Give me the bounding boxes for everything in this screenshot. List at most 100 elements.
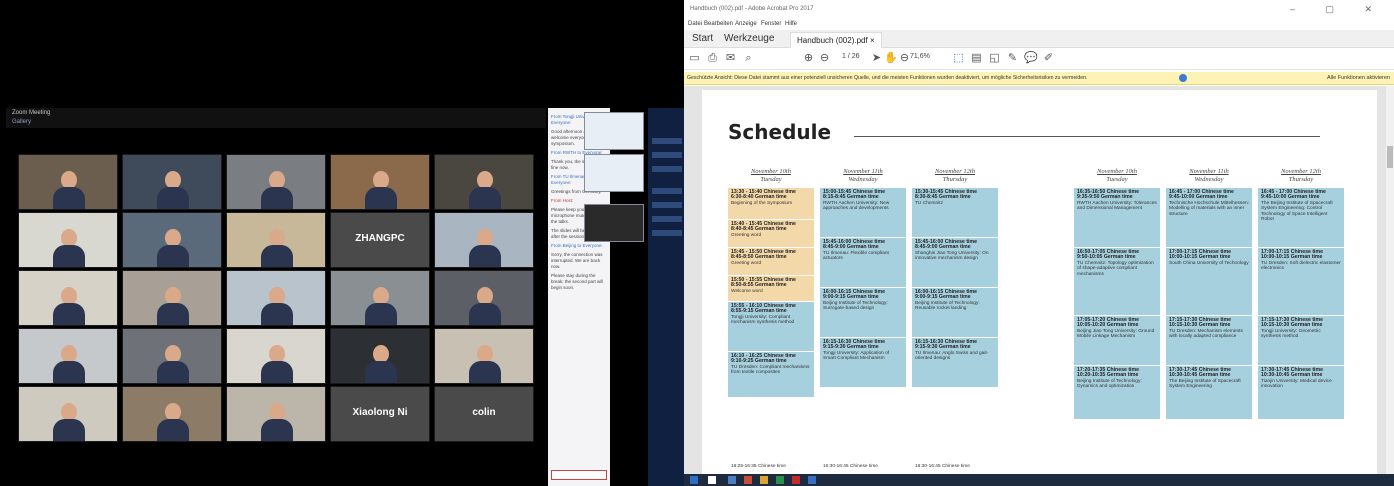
participant-body xyxy=(53,419,85,441)
participant-tile[interactable]: Xiaolong Ni xyxy=(330,386,430,442)
participant-video xyxy=(53,171,85,209)
acrobat-icon[interactable] xyxy=(792,476,800,484)
participant-tile[interactable] xyxy=(226,386,326,442)
app-icon[interactable] xyxy=(776,476,784,484)
pen-icon[interactable]: ✐ xyxy=(1042,52,1055,65)
participant-tile[interactable] xyxy=(122,270,222,326)
slot-title: RWTH Aachen University: Tolerances and D… xyxy=(1077,200,1157,212)
next-page-icon[interactable]: ⊖ xyxy=(818,52,831,65)
schedule-slot: 15:30-15:45 Chinese time 8:30-8:45 German… xyxy=(912,188,998,237)
strip-item[interactable] xyxy=(652,188,682,194)
participant-tile[interactable] xyxy=(18,270,118,326)
thumbnail[interactable] xyxy=(584,154,644,192)
print-icon[interactable]: ⎙ xyxy=(706,52,719,65)
schedule-slot: 15:45-16:00 Chinese time 8:45-9:00 German… xyxy=(820,238,906,287)
participant-tile[interactable] xyxy=(18,154,118,210)
vertical-scrollbar[interactable] xyxy=(1386,86,1394,474)
enable-all-button[interactable]: Alle Funktionen aktivieren xyxy=(1327,75,1390,81)
app-icon[interactable] xyxy=(744,476,752,484)
participant-tile[interactable] xyxy=(226,212,326,268)
strip-item[interactable] xyxy=(652,166,682,172)
participant-body xyxy=(469,303,501,325)
participant-tile[interactable] xyxy=(122,154,222,210)
sign-icon[interactable]: ✎ xyxy=(1006,52,1019,65)
scroll-mode-icon[interactable]: ▤ xyxy=(970,52,983,65)
help-icon[interactable] xyxy=(1179,74,1187,82)
menu-fenster[interactable]: Fenster xyxy=(761,21,781,27)
day-weekday: Wednesday xyxy=(848,176,878,183)
tab-bar: Start Werkzeuge Handbuch (002).pdf × xyxy=(684,30,1394,48)
participant-tile[interactable] xyxy=(226,328,326,384)
page-indicator[interactable]: 1 / 26 xyxy=(842,53,860,60)
tab-document[interactable]: Handbuch (002).pdf × xyxy=(790,32,882,48)
strip-item[interactable] xyxy=(652,152,682,158)
menu-datei[interactable]: Datei xyxy=(688,21,702,27)
participant-tile[interactable] xyxy=(122,328,222,384)
strip-item[interactable] xyxy=(652,216,682,222)
day-header: November 11th Wednesday xyxy=(1164,168,1254,188)
participant-tile[interactable] xyxy=(434,328,534,384)
tab-werkzeuge[interactable]: Werkzeuge xyxy=(724,33,774,44)
fit-page-icon[interactable]: ⬚ xyxy=(952,52,965,65)
search-icon[interactable]: ⌕ xyxy=(742,52,755,65)
app-icon[interactable] xyxy=(760,476,768,484)
participant-tile[interactable] xyxy=(330,328,430,384)
participant-tile[interactable] xyxy=(18,328,118,384)
strip-item[interactable] xyxy=(652,202,682,208)
participant-tile[interactable] xyxy=(434,212,534,268)
strip-item[interactable] xyxy=(652,138,682,144)
comment-icon[interactable]: 💬 xyxy=(1024,52,1038,65)
prev-page-icon[interactable]: ⊕ xyxy=(802,52,815,65)
start-icon[interactable] xyxy=(690,476,698,484)
schedule-slot: 16:10 - 16:25 Chinese time 9:10-9:25 Germ… xyxy=(728,352,814,397)
chat-input[interactable] xyxy=(551,470,607,480)
next-slot-time: 16:30-16:45 Chinese time xyxy=(823,464,878,469)
participant-tile[interactable] xyxy=(434,154,534,210)
participant-tile[interactable]: colin xyxy=(434,386,534,442)
strip-item[interactable] xyxy=(652,230,682,236)
participant-tile[interactable] xyxy=(226,270,326,326)
protected-view-bar: Geschützte Ansicht: Diese Datei stammt a… xyxy=(684,72,1394,85)
day-column: November 11th Wednesday 16:45 - 17:00 Chin… xyxy=(1164,168,1254,474)
slot-title: The Beijing Institute of Spacecraft Syst… xyxy=(1169,378,1241,390)
participant-body xyxy=(365,187,397,209)
meeting-view-label[interactable]: Gallery xyxy=(12,119,31,125)
select-tool-icon[interactable]: ➤ xyxy=(870,52,883,65)
black-area xyxy=(0,0,684,104)
participant-tile[interactable] xyxy=(330,154,430,210)
tab-start[interactable]: Start xyxy=(692,33,713,44)
save-icon[interactable]: ▭ xyxy=(688,52,701,65)
day-header: November 10th Tuesday xyxy=(1072,168,1162,188)
participant-tile[interactable] xyxy=(122,212,222,268)
window-controls[interactable]: – ▢ ✕ xyxy=(1290,4,1386,15)
zoom-level[interactable]: 71,6% xyxy=(910,53,930,60)
email-icon[interactable]: ✉ xyxy=(724,52,737,65)
window-title: Handbuch (002).pdf - Adobe Acrobat Pro 2… xyxy=(690,6,814,12)
participant-video xyxy=(157,287,189,325)
schedule-slot: 17:05-17:20 Chinese time 10:05-10:20 Germ… xyxy=(1074,316,1160,365)
next-slot-time: 16:30-16:45 Chinese time xyxy=(915,464,970,469)
participant-tile[interactable] xyxy=(226,154,326,210)
zoom-app-icon[interactable] xyxy=(808,476,816,484)
menu-hilfe[interactable]: Hilfe xyxy=(785,21,797,27)
close-tab-icon[interactable]: × xyxy=(870,36,875,45)
menu-anzeige[interactable]: Anzeige xyxy=(735,21,757,27)
slot-title: Beginning of the Symposium xyxy=(731,200,793,206)
participant-tile[interactable] xyxy=(18,212,118,268)
participant-tile[interactable] xyxy=(122,386,222,442)
fullscreen-icon[interactable]: ◱ xyxy=(988,52,1001,65)
app-icon[interactable] xyxy=(728,476,736,484)
scrollbar-thumb[interactable] xyxy=(1387,146,1393,168)
search-taskbar-icon[interactable] xyxy=(708,476,716,484)
shared-screen-thumbnails xyxy=(580,108,648,278)
thumbnail[interactable] xyxy=(584,112,644,150)
hand-tool-icon[interactable]: ✋ xyxy=(884,52,898,65)
participant-tile[interactable]: ZHANGPC xyxy=(330,212,430,268)
participant-tile[interactable] xyxy=(434,270,534,326)
participant-tile[interactable] xyxy=(18,386,118,442)
participant-tile[interactable] xyxy=(330,270,430,326)
thumbnail[interactable] xyxy=(584,204,644,242)
slot-title: Greeting word xyxy=(731,232,762,238)
menu-bearbeiten[interactable]: Bearbeiten xyxy=(704,21,733,27)
slot-title: Shanghai Jiao Tong University: On innova… xyxy=(915,250,989,262)
